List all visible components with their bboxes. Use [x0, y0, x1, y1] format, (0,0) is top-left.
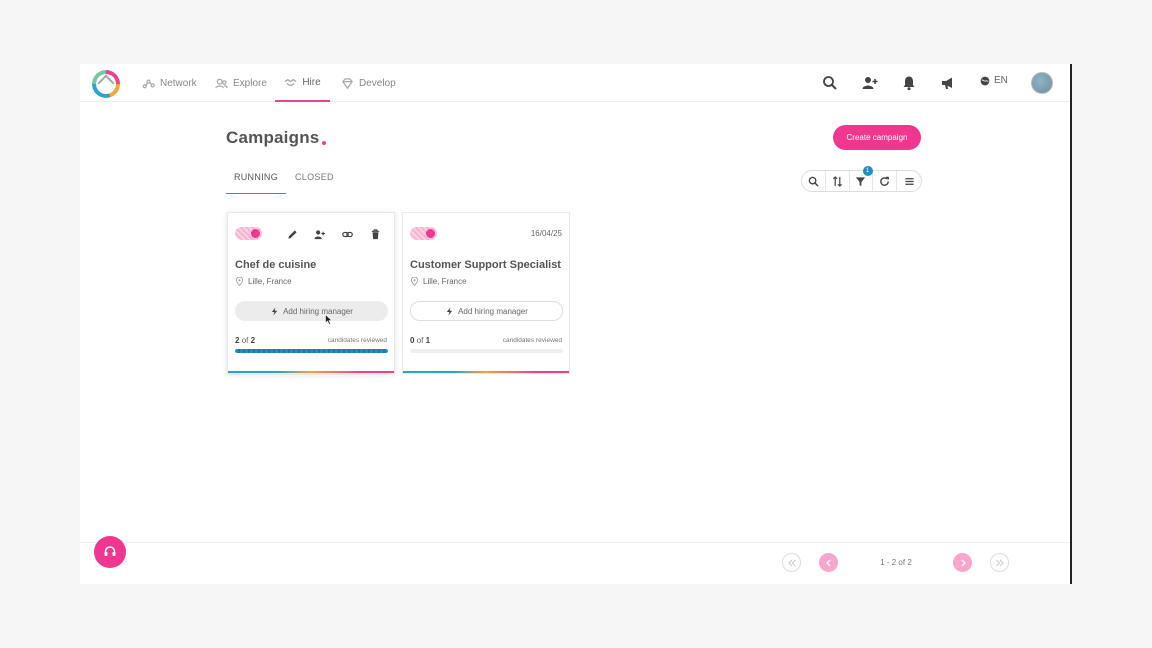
- campaign-title[interactable]: Chef de cuisine: [235, 259, 316, 271]
- campaign-card[interactable]: Chef de cuisine Lille, France Add hiring…: [227, 212, 395, 374]
- nav-network[interactable]: Network: [142, 64, 197, 102]
- top-navbar: Network Explore Hire Develop EN: [80, 64, 1070, 102]
- list-toolbar: 1: [801, 166, 922, 192]
- refresh-icon[interactable]: [873, 171, 898, 191]
- link-icon[interactable]: [342, 227, 355, 240]
- pagination-status: 1 - 2 of 2: [880, 558, 912, 567]
- nav-hire[interactable]: Hire: [275, 64, 330, 102]
- campaign-title[interactable]: Customer Support Specialist: [410, 259, 561, 271]
- last-page-button[interactable]: [990, 553, 1009, 572]
- headset-icon: [104, 546, 116, 556]
- title-dot: [322, 141, 326, 145]
- diamond-icon: [342, 77, 353, 89]
- app-window: Network Explore Hire Develop EN Campaign…: [80, 64, 1072, 584]
- delete-icon[interactable]: [370, 227, 383, 240]
- reviewed-number: 2: [235, 336, 240, 345]
- of-word: of: [416, 336, 424, 345]
- next-page-button[interactable]: [953, 553, 972, 572]
- filter-icon[interactable]: 1: [850, 166, 874, 191]
- of-word: of: [241, 336, 249, 345]
- logo[interactable]: [92, 70, 120, 98]
- language-label: EN: [994, 75, 1008, 86]
- campaign-location-text: Lille, France: [423, 277, 467, 286]
- nav-network-label: Network: [160, 77, 197, 89]
- add-hiring-manager-button[interactable]: Add hiring manager: [410, 301, 563, 321]
- avatar[interactable]: [1031, 72, 1053, 94]
- add-user-icon[interactable]: [862, 75, 878, 91]
- first-page-button[interactable]: [782, 553, 801, 572]
- tab-closed[interactable]: CLOSED: [295, 172, 334, 194]
- create-campaign-button[interactable]: Create campaign: [833, 125, 921, 150]
- add-hiring-manager-label: Add hiring manager: [458, 306, 528, 316]
- add-user-icon[interactable]: [314, 227, 327, 240]
- card-accent-bar: [403, 371, 569, 373]
- double-chevron-left-icon: [787, 559, 796, 566]
- campaign-active-toggle[interactable]: [235, 227, 262, 240]
- campaign-location: Lille, France: [235, 277, 292, 286]
- nav-hire-label: Hire: [302, 76, 321, 88]
- previous-page-button[interactable]: [819, 553, 838, 572]
- bolt-icon: [271, 306, 278, 316]
- double-chevron-right-icon: [995, 559, 1004, 566]
- add-hiring-manager-button[interactable]: Add hiring manager: [235, 301, 388, 321]
- campaign-card[interactable]: 16/04/25 Customer Support Specialist Lil…: [402, 212, 570, 374]
- location-pin-icon: [410, 277, 419, 286]
- campaign-location: Lille, France: [410, 277, 467, 286]
- reviewed-number: 0: [410, 336, 415, 345]
- campaign-active-toggle[interactable]: [410, 227, 437, 240]
- language-selector[interactable]: EN: [980, 75, 1008, 86]
- total-number: 2: [250, 336, 256, 345]
- card-accent-bar: [228, 371, 394, 373]
- chevron-right-icon: [961, 559, 966, 566]
- megaphone-icon[interactable]: [940, 75, 956, 91]
- nav-explore-label: Explore: [233, 77, 267, 89]
- reviewed-label: candidates reviewed: [502, 337, 562, 344]
- toolbar-search-icon[interactable]: [802, 171, 826, 191]
- support-button[interactable]: [94, 536, 126, 568]
- footer-divider: [80, 542, 1070, 543]
- location-pin-icon: [235, 277, 244, 286]
- sort-icon[interactable]: [826, 171, 850, 191]
- network-icon: [142, 79, 155, 88]
- nav-develop[interactable]: Develop: [341, 64, 396, 102]
- edit-icon[interactable]: [287, 227, 300, 240]
- search-icon[interactable]: [822, 75, 838, 91]
- chevron-left-icon: [825, 559, 830, 566]
- add-hiring-manager-label: Add hiring manager: [283, 306, 353, 316]
- bolt-icon: [446, 306, 453, 316]
- nav-develop-label: Develop: [359, 77, 396, 89]
- campaign-date: 16/04/25: [530, 229, 562, 238]
- menu-icon[interactable]: [897, 171, 921, 191]
- review-progress-bar: [410, 349, 563, 353]
- total-number: 1: [425, 336, 431, 345]
- bell-icon[interactable]: [901, 75, 917, 91]
- globe-icon: [980, 76, 990, 85]
- nav-explore[interactable]: Explore: [215, 64, 267, 102]
- review-progress-fill: [235, 349, 388, 353]
- handshake-icon: [284, 78, 297, 86]
- campaign-location-text: Lille, France: [248, 277, 292, 286]
- users-icon: [215, 78, 228, 88]
- page-title: Campaigns: [226, 128, 320, 147]
- mouse-cursor-icon: [325, 314, 333, 325]
- reviewed-label: candidates reviewed: [327, 337, 387, 344]
- filter-count-badge: 1: [862, 166, 873, 176]
- tab-running[interactable]: RUNNING: [226, 172, 286, 194]
- review-progress-bar: [235, 349, 388, 353]
- reviewed-count: 0 of 1: [410, 336, 430, 345]
- reviewed-count: 2 of 2: [235, 336, 255, 345]
